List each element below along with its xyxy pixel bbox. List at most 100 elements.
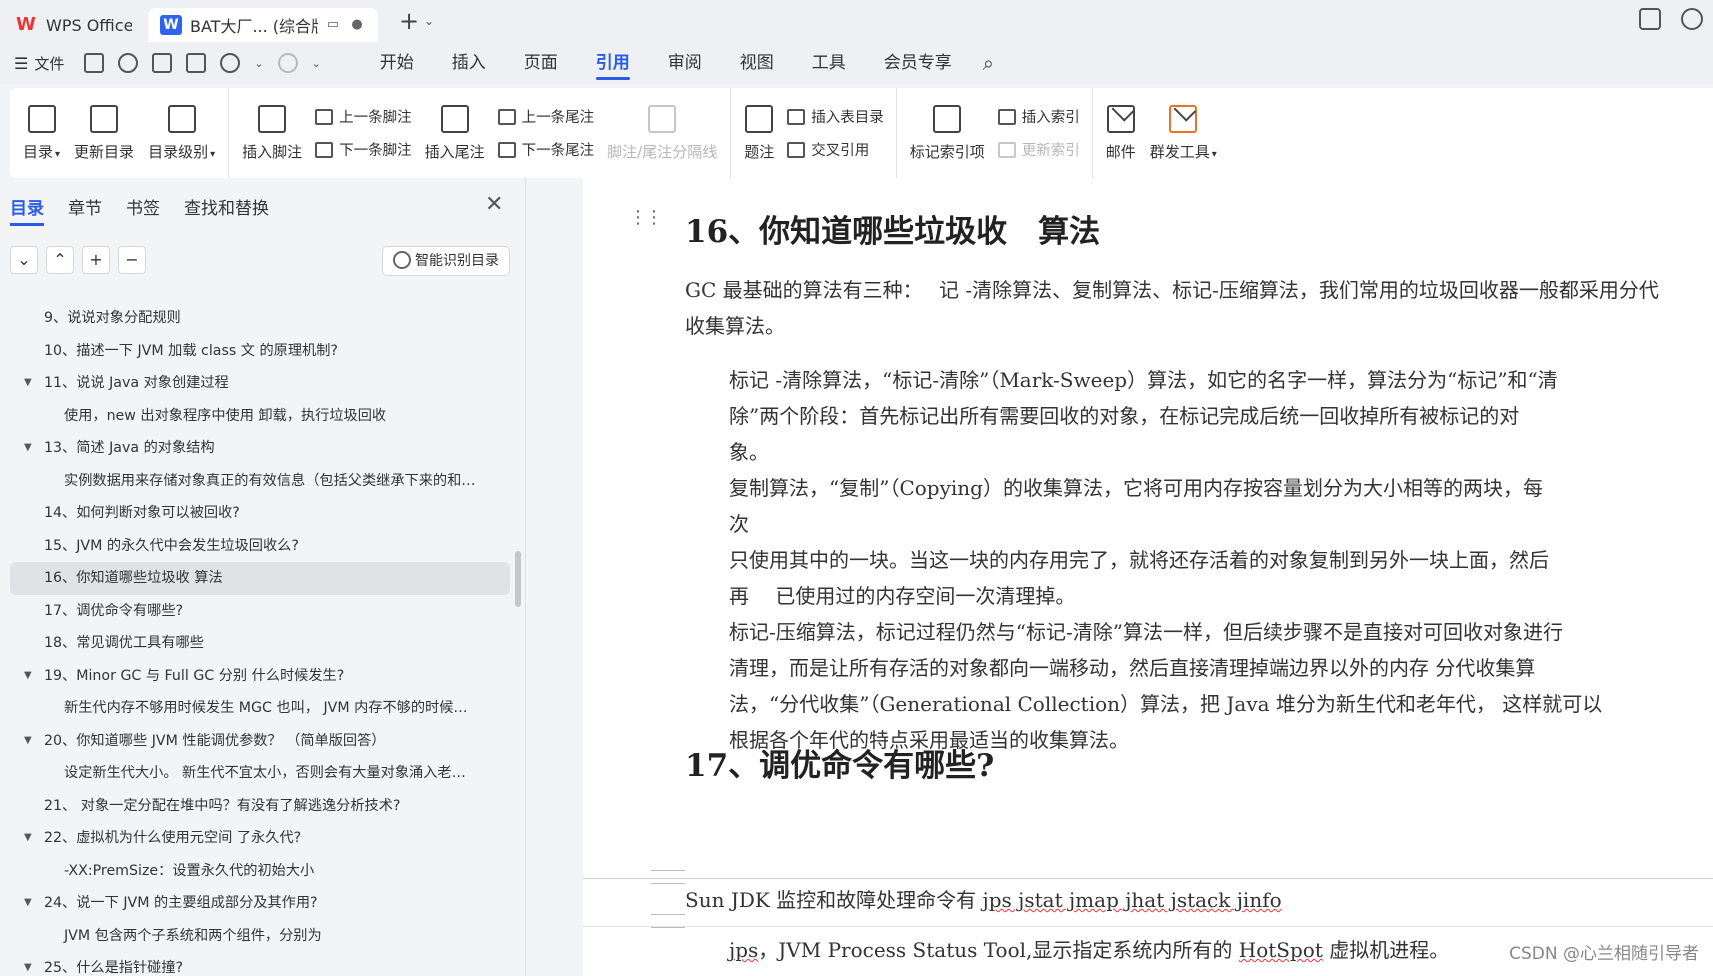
tab-home[interactable]: 开始 [361,42,433,84]
redo-icon[interactable] [277,53,298,73]
expand-triangle-icon[interactable]: ▼ [24,887,32,920]
plus-icon[interactable]: + [82,246,110,274]
tab-document[interactable]: W BAT大厂... (综合版) ▭ ● [148,8,378,42]
caption-button[interactable]: 题注 [737,93,781,173]
toc-button[interactable]: 目录 ▾ [16,93,67,173]
panel-tab-find-replace[interactable]: 查找和替换 [184,194,269,224]
prev-footnote-button[interactable]: 上一条脚注 [315,106,412,127]
mass-mail-icon [1169,104,1198,133]
chevron-down-icon[interactable]: ⌄ [254,57,263,70]
insert-index-button[interactable]: 插入索引 [997,106,1080,127]
mass-tool-label: 群发工具 ▾ [1149,142,1217,161]
next-endnote-button[interactable]: 下一条尾注 [497,139,595,160]
separator-label: 脚注/尾注分隔线 [607,142,718,161]
prev-endnote-button[interactable]: 上一条尾注 [497,106,595,127]
next-endnote-label: 下一条尾注 [521,143,595,159]
document-page: ⋮⋮ 16、你知道哪些垃圾收 算法 GC 最基础的算法有三种： 记 -清除算法、… [583,178,1713,976]
minus-icon[interactable]: − [118,246,146,274]
cross-ref-button[interactable]: 交叉引用 [787,139,884,160]
unsaved-dot-icon[interactable]: ● [348,17,366,33]
caption-tools: 插入表目录 交叉引用 [781,93,890,173]
update-toc-button[interactable]: 更新目录 [67,93,141,173]
chevron-down-icon[interactable]: ⌄ [424,14,434,28]
scrollbar-thumb[interactable] [515,551,521,607]
expand-triangle-icon[interactable]: ▼ [24,952,32,976]
tab-review[interactable]: 审阅 [649,42,721,84]
toc-item[interactable]: 设定新生代大小。 新生代不宜太小，否则会有大量对象涌入老… [10,757,510,790]
panel-tab-sections[interactable]: 章节 [68,194,102,224]
tab-tools[interactable]: 工具 [793,42,865,84]
toc-item[interactable]: ▼ 24、说一下 JVM 的主要组成部分及其作用? [10,887,510,920]
mail-button[interactable]: 邮件 [1099,93,1143,173]
tab-wps-office[interactable]: W WPS Office [4,8,144,42]
panel-tab-bookmarks[interactable]: 书签 [126,194,160,224]
toc-item[interactable]: -XX:PremSize：设置永久代的初始大小 [10,855,510,888]
insert-figure-toc-button[interactable]: 插入表目录 [787,106,884,127]
tab-page[interactable]: 页面 [505,42,577,84]
separator-button[interactable]: 脚注/尾注分隔线 [600,93,724,173]
chevron-down-icon[interactable]: ⌄ [312,57,321,70]
insert-endnote-button[interactable]: 插入尾注 [418,93,492,173]
panel-tab-toc[interactable]: 目录 [10,194,44,226]
tab-references[interactable]: 引用 [577,42,649,84]
reading-mode-icon[interactable] [1639,8,1661,30]
smart-toc-button[interactable]: 智能识别目录 [382,246,510,276]
toc-item[interactable]: 9、说说对象分配规则 [10,302,510,335]
new-tab-plus-icon[interactable]: + [394,7,424,35]
toc-item[interactable]: 21、 对象一定分配在堆中吗？有没有了解逃逸分析技术? [10,790,510,823]
toc-item[interactable]: 实例数据用来存储对象真正的有效信息（包括父类继承下来的和… [10,465,510,498]
endnote-icon [440,104,469,133]
settings-icon[interactable] [1681,8,1703,30]
toc-item[interactable]: 16、你知道哪些垃圾收 算法 [10,562,510,595]
save-icon[interactable] [84,53,105,73]
mass-tool-button[interactable]: 群发工具 ▾ [1143,93,1224,173]
expand-triangle-icon[interactable]: ▼ [24,660,32,693]
print-preview-icon[interactable] [186,53,207,73]
share-link-icon[interactable] [118,53,139,73]
close-icon[interactable]: ✕ [485,192,503,217]
toc-item-label: 22、虚拟机为什么使用元空间 了永久代? [44,830,302,846]
expand-triangle-icon[interactable]: ▼ [24,822,32,855]
insert-index-icon [997,108,1016,125]
drag-handle-icon[interactable]: ⋮⋮ [629,209,663,227]
chevron-up-icon[interactable]: ⌃ [46,246,74,274]
toc-item[interactable]: 新生代内存不够用时候发生 MGC 也叫， JVM 内存不够的时候… [10,692,510,725]
monitor-icon[interactable]: ▭ [324,17,342,33]
file-menu[interactable]: ☰ 文件 [0,53,64,74]
update-toc-label: 更新目录 [74,142,135,161]
insert-figure-toc-label: 插入表目录 [811,110,884,126]
toc-item[interactable]: ▼ 25、什么是指针碰撞? [10,952,510,976]
update-index-button[interactable]: 更新索引 [997,139,1080,160]
undo-icon[interactable] [220,53,241,73]
insert-footnote-button[interactable]: 插入脚注 [235,93,309,173]
print-icon[interactable] [152,53,173,73]
toc-item[interactable]: ▼ 11、说说 Java 对象创建过程 [10,367,510,400]
search-icon[interactable]: ⌕ [983,51,994,75]
toc-item[interactable]: ▼ 19、Minor GC 与 Full GC 分别 什么时候发生? [10,660,510,693]
paragraph-line: 再 已使用过的内存空间一次清理掉。 [729,584,1076,608]
toc-item[interactable]: ▼ 22、虚拟机为什么使用元空间 了永久代? [10,822,510,855]
paragraph-line: 标记-压缩算法，标记过程仍然与“标记-清除”算法一样，但后续步骤不是直接对可回收… [729,620,1563,644]
toc-level-label: 目录级别 ▾ [148,142,216,161]
toc-item[interactable]: ▼ 13、简述 Java 的对象结构 [10,432,510,465]
prev-endnote-label: 上一条尾注 [521,110,595,126]
toc-item[interactable]: 18、常见调优工具有哪些 [10,627,510,660]
toc-item[interactable]: 15、JVM 的永久代中会发生垃圾回收么? [10,530,510,563]
expand-triangle-icon[interactable]: ▼ [24,725,32,758]
chevron-down-icon[interactable]: ⌄ [10,246,38,274]
toc-item[interactable]: JVM 包含两个子系统和两个组件，分别为 [10,920,510,953]
toc-item[interactable]: 17、调优命令有哪些? [10,595,510,628]
toc-item[interactable]: 14、如何判断对象可以被回收? [10,497,510,530]
toc-item[interactable]: 10、描述一下 JVM 加载 class 文 的原理机制? [10,335,510,368]
mark-index-button[interactable]: 标记索引项 [903,93,992,173]
tab-member[interactable]: 会员专享 [865,42,971,84]
toc-item[interactable]: ▼ 20、你知道哪些 JVM 性能调优参数？ （简单版回答） [10,725,510,758]
tab-view[interactable]: 视图 [721,42,793,84]
next-footnote-button[interactable]: 下一条脚注 [315,139,412,160]
tab-insert[interactable]: 插入 [433,42,505,84]
insert-endnote-label: 插入尾注 [424,142,485,161]
toc-level-button[interactable]: 目录级别 ▾ [141,93,222,173]
expand-triangle-icon[interactable]: ▼ [24,367,32,400]
toc-item[interactable]: 使用，new 出对象程序中使用 卸载，执行垃圾回收 [10,400,510,433]
expand-triangle-icon[interactable]: ▼ [24,432,32,465]
